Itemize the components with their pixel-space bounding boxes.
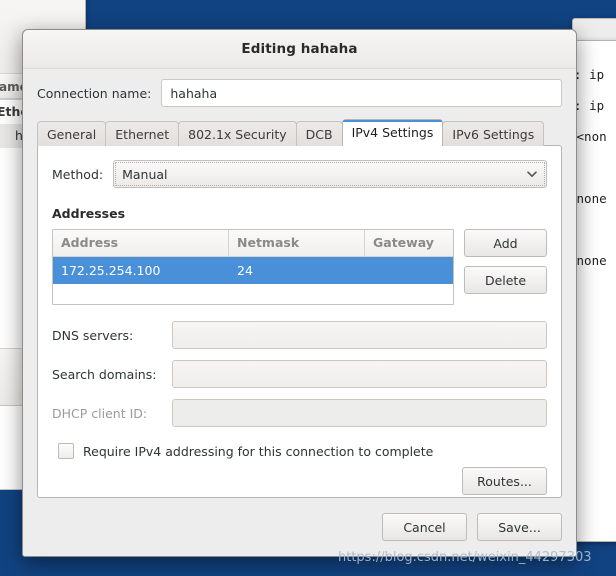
cell-address: 172.25.254.100 bbox=[61, 263, 161, 278]
chevron-down-icon bbox=[526, 168, 538, 180]
connection-name-row: Connection name: bbox=[37, 79, 562, 107]
addresses-buttons: Add Delete bbox=[464, 229, 547, 305]
ipv4-settings-panel: Method: Manual Addresses Address Netmask bbox=[37, 145, 562, 498]
column-header-netmask: Netmask bbox=[229, 230, 365, 256]
cell-gateway bbox=[365, 257, 453, 284]
require-ipv4-label: Require IPv4 addressing for this connect… bbox=[83, 443, 434, 459]
require-ipv4-checkbox[interactable] bbox=[58, 443, 74, 459]
search-domains-input[interactable] bbox=[172, 360, 547, 388]
addresses-section-title: Addresses bbox=[52, 206, 126, 221]
dialog-title: Editing hahaha bbox=[241, 41, 358, 57]
cell-netmask: 24 bbox=[237, 263, 253, 278]
add-address-button[interactable]: Add bbox=[464, 229, 547, 257]
method-label: Method: bbox=[52, 166, 104, 182]
require-ipv4-row[interactable]: Require IPv4 addressing for this connect… bbox=[58, 443, 547, 459]
dns-servers-row: DNS servers: bbox=[52, 321, 547, 349]
cancel-button[interactable]: Cancel bbox=[382, 513, 467, 541]
connection-name-label: Connection name: bbox=[37, 85, 152, 101]
save-button[interactable]: Save... bbox=[477, 513, 562, 541]
search-domains-row: Search domains: bbox=[52, 360, 547, 388]
delete-address-button[interactable]: Delete bbox=[464, 266, 547, 294]
tab-ipv4-settings[interactable]: IPv4 Settings bbox=[341, 119, 444, 146]
addresses-area: Address Netmask Gateway 172.25.254.100 2… bbox=[52, 229, 547, 305]
table-row[interactable]: 172.25.254.100 24 bbox=[53, 257, 453, 284]
routes-button[interactable]: Routes... bbox=[462, 467, 547, 495]
dialog-action-bar: Cancel Save... bbox=[23, 498, 576, 556]
dialog-titlebar: Editing hahaha bbox=[23, 30, 576, 69]
addresses-table-header: Address Netmask Gateway bbox=[53, 230, 453, 257]
method-selected-value: Manual bbox=[122, 166, 168, 182]
column-header-address: Address bbox=[53, 230, 229, 256]
tab-ipv6-settings[interactable]: IPv6 Settings bbox=[442, 121, 545, 146]
search-domains-label: Search domains: bbox=[52, 366, 157, 382]
dhcp-client-id-input bbox=[172, 399, 547, 427]
routes-row: Routes... bbox=[52, 459, 547, 495]
dns-servers-label: DNS servers: bbox=[52, 327, 134, 343]
dhcp-client-id-label: DHCP client ID: bbox=[52, 405, 148, 421]
settings-tabs: General Ethernet 802.1x Security DCB IPv… bbox=[37, 119, 562, 146]
table-empty-row[interactable] bbox=[53, 284, 453, 304]
addresses-table[interactable]: Address Netmask Gateway 172.25.254.100 2… bbox=[52, 229, 454, 305]
tab-8021x-security[interactable]: 802.1x Security bbox=[178, 121, 297, 146]
background-desktop-stripe bbox=[572, 0, 616, 20]
connection-name-input[interactable] bbox=[161, 79, 562, 107]
method-row: Method: Manual bbox=[52, 160, 547, 188]
column-header-gateway: Gateway bbox=[373, 235, 434, 250]
tab-ethernet[interactable]: Ethernet bbox=[105, 121, 180, 146]
editing-connection-dialog: Editing hahaha Connection name: General … bbox=[22, 29, 577, 557]
dialog-body: Connection name: General Ethernet 802.1x… bbox=[23, 69, 576, 498]
dhcp-client-id-row: DHCP client ID: bbox=[52, 399, 547, 427]
tab-general[interactable]: General bbox=[37, 121, 107, 146]
method-dropdown[interactable]: Manual bbox=[113, 160, 547, 188]
dns-servers-input[interactable] bbox=[172, 321, 547, 349]
tab-dcb[interactable]: DCB bbox=[295, 121, 343, 146]
